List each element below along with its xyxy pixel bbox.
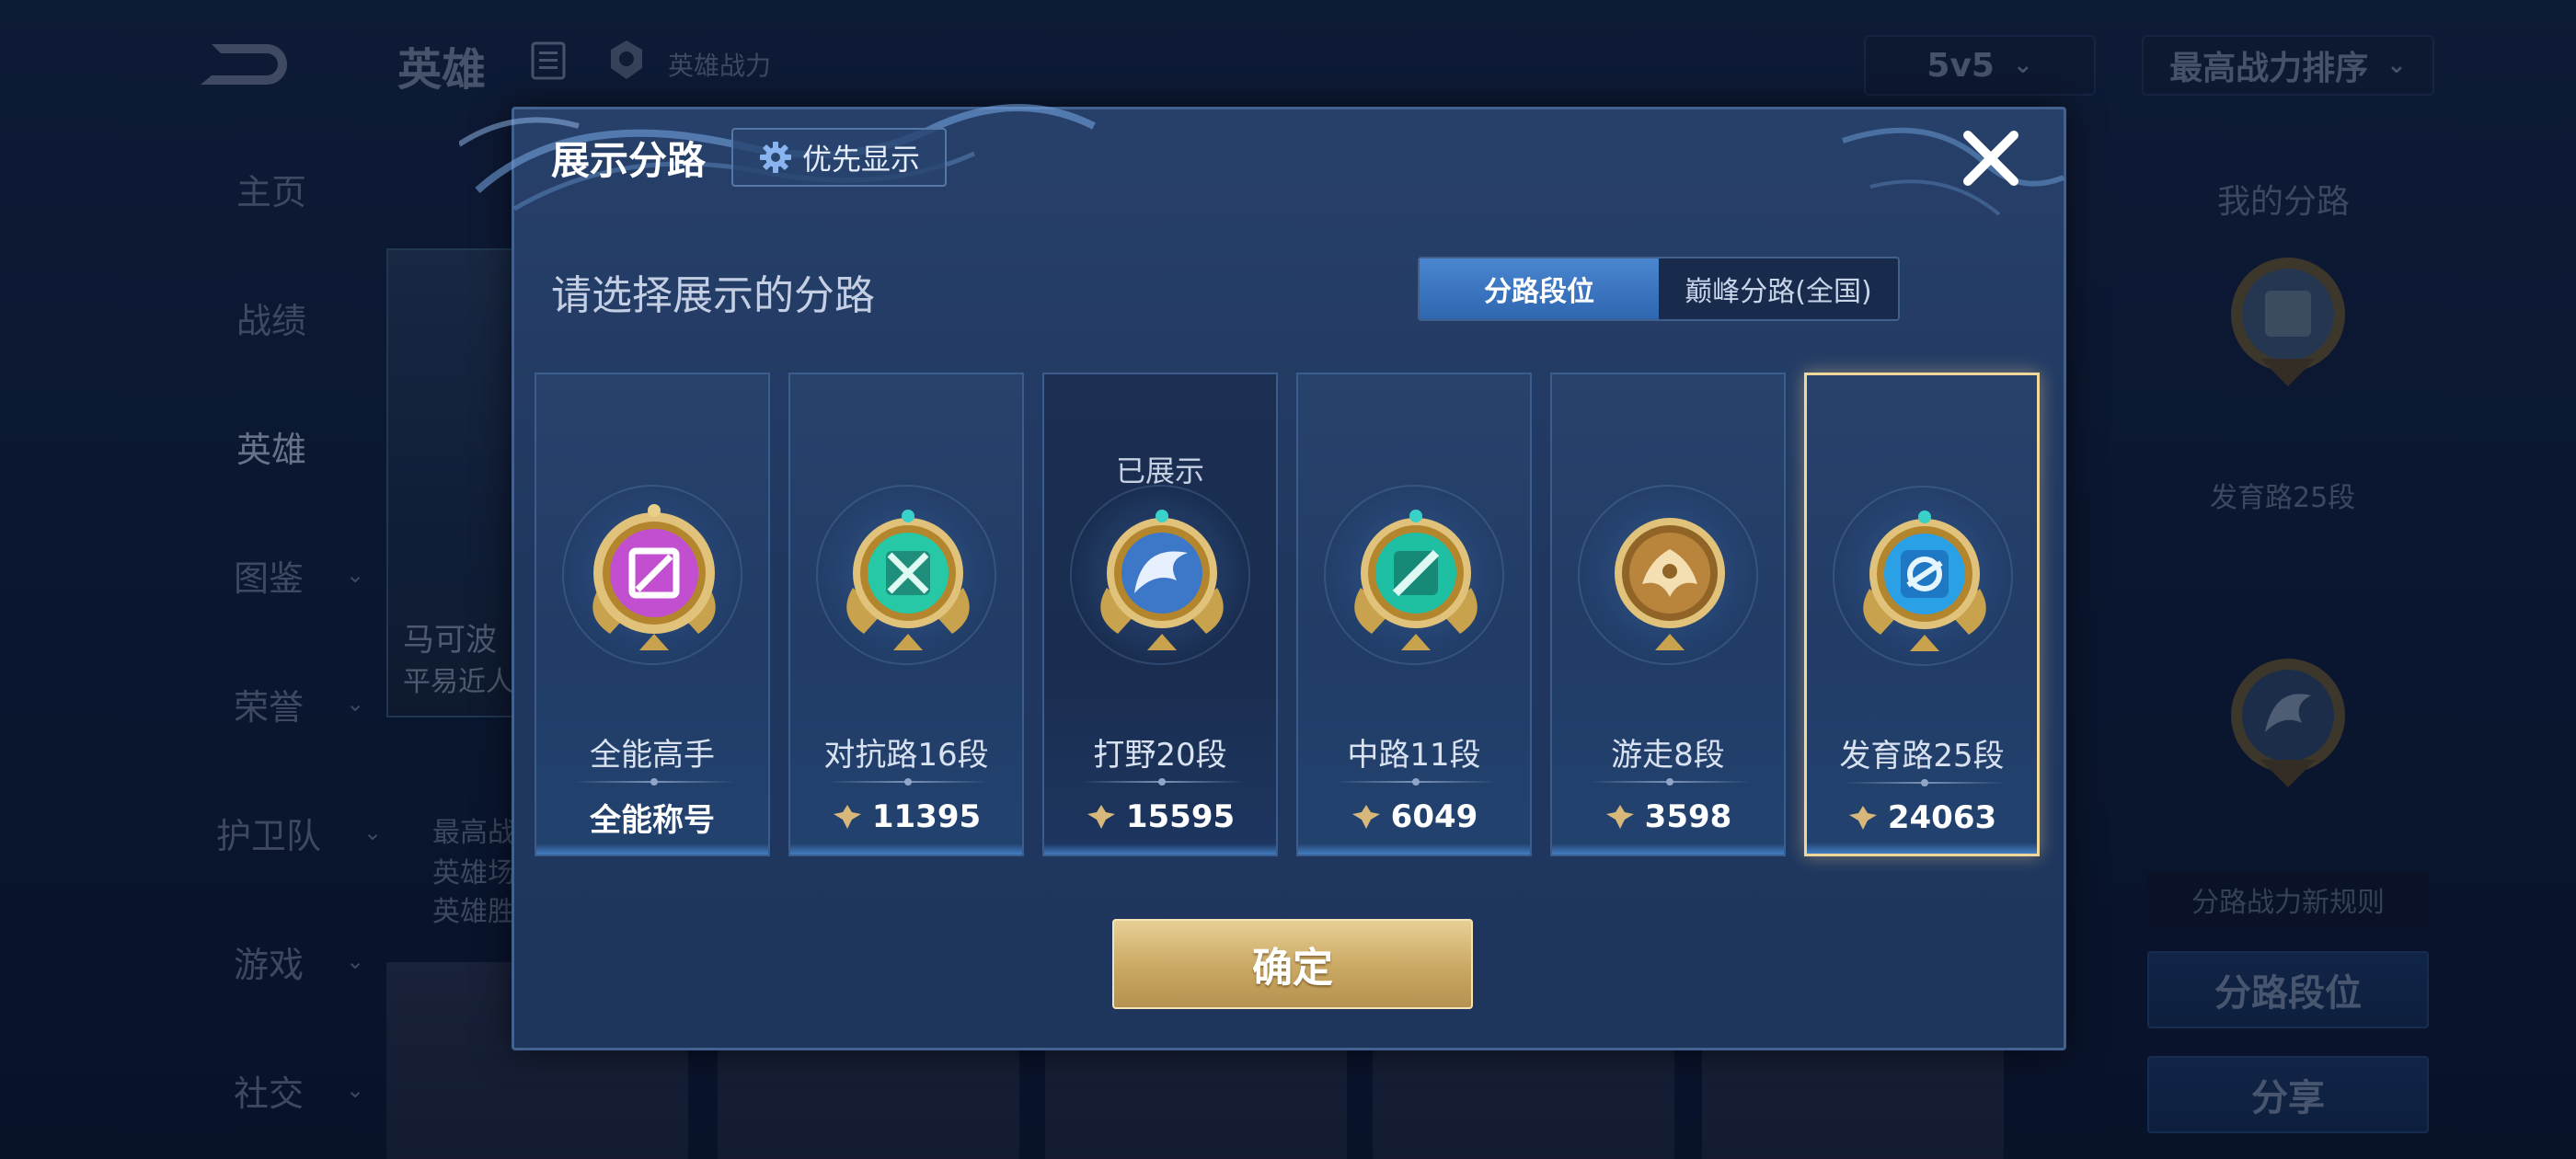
card-bottom-glow [1298,843,1530,855]
farm-lane-badge-icon [1863,511,1986,651]
lane-card-value-text: 11395 [871,798,982,835]
lane-card-mid[interactable]: 中路11段 6049 [1296,373,1532,856]
divider [573,778,735,786]
lane-card-value-text: 6049 [1390,798,1478,835]
decorative-cloud-swirl [1842,127,2065,216]
lane-card-value: 15595 [1044,796,1276,838]
mid-lane-badge-icon [1354,510,1478,650]
card-bottom-glow [790,843,1022,855]
roam-badge-icon [1615,518,1725,650]
lane-card-value-text: 24063 [1887,799,1997,836]
priority-display-button[interactable]: 优先显示 [731,128,947,187]
divider [1335,778,1497,786]
lane-card-name: 打野20段 [1093,737,1227,774]
card-bottom-glow [1552,843,1784,855]
close-icon[interactable] [1959,126,2023,190]
lane-card-clash[interactable]: 对抗路16段 11395 [788,373,1024,856]
card-bottom-glow [1807,843,2037,854]
lane-card-name: 对抗路16段 [823,737,989,774]
lane-card-name: 游走8段 [1611,737,1725,774]
lane-card-value: 全能称号 [536,796,768,839]
lane-card-farm[interactable]: 发育路25段 24063 [1804,373,2040,856]
lane-display-dialog: 展示分路 优先显示 请选择展示的分路 分路段位 巅峰分路(全国) 全能高手 全能… [459,104,2066,1050]
lane-card-jungle[interactable]: 已展示 打野20段 15595 [1042,373,1278,856]
lane-card-value-text: 3598 [1644,798,1732,835]
lane-card-name: 发育路25段 [1839,738,2005,775]
priority-display-label: 优先显示 [801,142,920,177]
lane-card-roam[interactable]: 游走8段 3598 [1550,373,1786,856]
lane-card-name: 中路11段 [1347,737,1481,774]
lane-card-value-text: 全能称号 [590,801,715,839]
lane-card-value: 11395 [790,796,1022,838]
lane-card-value: 24063 [1807,797,2037,839]
dialog-title: 展示分路 [551,138,707,183]
divider [1081,778,1243,786]
tab-peak-lane-national[interactable]: 巅峰分路(全国) [1659,258,1898,319]
power-icon [1087,805,1115,829]
power-icon [1351,805,1380,829]
lane-card-list: 全能高手 全能称号 对抗路16段 11395 已展示 打野20段 15595 中… [535,373,2043,856]
divider [1844,779,2006,786]
jungle-badge-icon [1100,510,1224,650]
select-lane-prompt: 请选择展示的分路 [551,272,875,319]
lane-card-name: 全能高手 [590,737,715,774]
divider [1589,778,1751,786]
lane-card-all-round[interactable]: 全能高手 全能称号 [535,373,770,856]
power-icon [833,805,861,829]
divider [827,778,989,786]
all-round-badge-icon [592,504,716,650]
clash-lane-badge-icon [846,510,970,650]
card-bottom-glow [536,843,768,855]
lane-type-segmented-control: 分路段位 巅峰分路(全国) [1418,257,1900,321]
power-icon [1848,806,1877,830]
confirm-button[interactable]: 确定 [1112,919,1473,1009]
tab-lane-rank[interactable]: 分路段位 [1420,258,1659,319]
lane-card-value-text: 15595 [1125,798,1236,835]
lane-card-value: 3598 [1552,796,1784,838]
power-icon [1605,805,1634,829]
card-bottom-glow [1044,843,1276,855]
gear-icon [759,142,791,173]
lane-card-value: 6049 [1298,796,1530,838]
